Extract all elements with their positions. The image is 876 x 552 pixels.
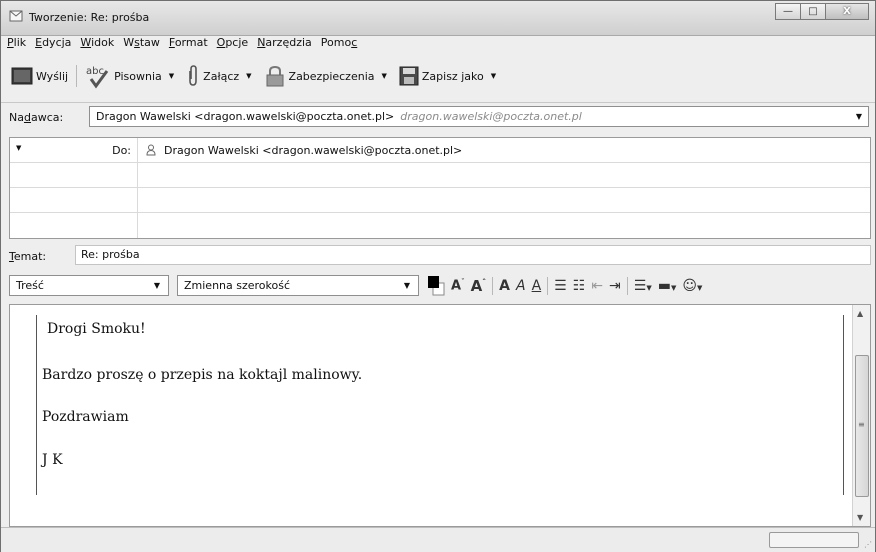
bullet-list-icon[interactable]: ☰ bbox=[554, 279, 567, 293]
compose-app-icon bbox=[9, 10, 23, 22]
svg-text:abc: abc bbox=[86, 66, 104, 77]
recipient-row-empty[interactable] bbox=[10, 188, 870, 213]
recipient-type-select[interactable]: ▼ Do: bbox=[10, 138, 138, 162]
smiley-icon[interactable]: ☺▼ bbox=[682, 279, 702, 293]
menu-opcje[interactable]: Opcje bbox=[217, 36, 249, 52]
underline-icon[interactable]: A bbox=[532, 279, 542, 293]
recipient-row-empty[interactable] bbox=[10, 163, 870, 188]
status-bar: ⋰ bbox=[1, 527, 875, 552]
save-as-button[interactable]: Zapisz jako ▼ bbox=[393, 64, 502, 88]
menu-bar: Plik Edycja Widok Wstaw Format Opcje Nar… bbox=[7, 36, 357, 52]
resize-grip-icon[interactable]: ⋰ bbox=[864, 540, 872, 549]
window-controls: — □ X bbox=[775, 3, 869, 20]
numbered-list-icon[interactable]: ☷ bbox=[573, 279, 586, 293]
menu-widok[interactable]: Widok bbox=[80, 36, 114, 52]
menu-wstaw[interactable]: Wstaw bbox=[123, 36, 160, 52]
recipient-row[interactable]: ▼ Do: Dragon Wawelski <dragon.wawelski@p… bbox=[10, 138, 870, 163]
format-toolbar: Treść ▼ Zmienna szerokość ▼ Aˇ Aˆ A A A … bbox=[9, 272, 871, 300]
security-label: Zabezpieczenia bbox=[288, 69, 375, 83]
title-bar: Tworzenie: Re: prośba — □ X bbox=[1, 1, 875, 36]
font-select[interactable]: Zmienna szerokość ▼ bbox=[177, 275, 419, 296]
menu-pomoc[interactable]: Pomoc bbox=[321, 36, 357, 52]
menu-narzedzia[interactable]: Narzędzia bbox=[257, 36, 312, 52]
sender-alt-address: dragon.wawelski@poczta.onet.pl bbox=[400, 110, 582, 123]
send-label: Wyślij bbox=[36, 69, 69, 83]
scroll-down-icon[interactable]: ▼ bbox=[857, 513, 863, 522]
spell-button[interactable]: abc Pisownia ▼ bbox=[79, 64, 180, 89]
paperclip-icon bbox=[189, 65, 197, 86]
recipient-list: ▼ Do: Dragon Wawelski <dragon.wawelski@p… bbox=[9, 137, 871, 239]
format-buttons: Aˇ Aˆ A A A ☰ ☷ ⇤ ⇥ ☰▼ ▬▼ ☺▼ bbox=[427, 273, 702, 299]
send-button[interactable]: Wyślij bbox=[5, 64, 74, 88]
security-button[interactable]: Zabezpieczenia ▼ bbox=[258, 64, 393, 88]
chevron-down-icon: ▼ bbox=[855, 112, 862, 121]
window-title: Tworzenie: Re: prośba bbox=[29, 11, 150, 24]
format-separator bbox=[547, 277, 549, 295]
message-body-editor[interactable]: Drogi Smoku! Bardzo proszę o przepis na … bbox=[9, 304, 871, 527]
vertical-scrollbar[interactable]: ▲ ≡ ▼ bbox=[852, 305, 870, 526]
indent-icon[interactable]: ⇥ bbox=[609, 279, 621, 293]
spell-label: Pisownia bbox=[114, 69, 162, 83]
attach-label: Załącz bbox=[203, 69, 240, 83]
bold-icon[interactable]: A bbox=[499, 279, 510, 293]
subject-input[interactable]: Re: prośba bbox=[75, 245, 871, 265]
format-separator bbox=[626, 277, 628, 295]
floppy-disk-icon bbox=[399, 66, 419, 86]
attach-button[interactable]: Załącz ▼ bbox=[180, 64, 257, 88]
body-line: Bardzo proszę o przepis na koktajl malin… bbox=[42, 367, 363, 383]
close-button[interactable]: X bbox=[825, 3, 869, 20]
compose-window: Tworzenie: Re: prośba — □ X Plik Edycja … bbox=[0, 0, 876, 552]
font-smaller-icon[interactable]: Aˇ bbox=[451, 279, 465, 293]
toolbar-separator bbox=[76, 65, 78, 87]
sender-row: Nadawca: Dragon Wawelski <dragon.wawelsk… bbox=[1, 102, 875, 131]
body-line: Pozdrawiam bbox=[42, 409, 129, 425]
recipient-type-label: Do: bbox=[112, 144, 131, 157]
menu-edycja[interactable]: Edycja bbox=[35, 36, 71, 52]
lock-icon bbox=[266, 65, 284, 87]
quoted-block: Drogi Smoku! Bardzo proszę o przepis na … bbox=[36, 315, 844, 495]
format-separator bbox=[492, 277, 494, 295]
sender-label: Nadawca: bbox=[9, 111, 64, 124]
outdent-icon[interactable]: ⇤ bbox=[591, 279, 603, 293]
italic-icon[interactable]: A bbox=[516, 279, 526, 293]
spellcheck-icon: abc bbox=[86, 66, 109, 89]
grip-icon: ≡ bbox=[858, 420, 865, 429]
insert-icon[interactable]: ▬▼ bbox=[658, 279, 677, 293]
minimize-button[interactable]: — bbox=[775, 3, 801, 20]
chevron-down-icon: ▼ bbox=[168, 72, 175, 80]
recipient-address[interactable]: Dragon Wawelski <dragon.wawelski@poczta.… bbox=[164, 144, 462, 157]
minimize-icon: — bbox=[783, 6, 793, 17]
align-icon[interactable]: ☰▼ bbox=[634, 279, 652, 293]
close-icon: X bbox=[843, 6, 851, 17]
recipient-row-empty[interactable] bbox=[10, 213, 870, 238]
body-line: Drogi Smoku! bbox=[47, 321, 146, 337]
main-toolbar: Wyślij abc Pisownia ▼ Załącz ▼ Zabezpiec… bbox=[5, 54, 502, 98]
sender-select[interactable]: Dragon Wawelski <dragon.wawelski@poczta.… bbox=[89, 106, 869, 127]
chevron-down-icon: ▼ bbox=[153, 281, 160, 290]
maximize-button[interactable]: □ bbox=[800, 3, 826, 20]
sender-value: Dragon Wawelski <dragon.wawelski@poczta.… bbox=[96, 110, 395, 123]
font-larger-icon[interactable]: Aˆ bbox=[471, 278, 487, 294]
send-icon bbox=[11, 67, 33, 85]
chevron-down-icon: ▼ bbox=[381, 72, 387, 80]
menu-plik[interactable]: Plik bbox=[7, 36, 26, 52]
chevron-down-icon: ▼ bbox=[403, 281, 410, 290]
chevron-down-icon: ▼ bbox=[16, 144, 22, 152]
scroll-up-icon[interactable]: ▲ bbox=[857, 309, 863, 318]
maximize-icon: □ bbox=[808, 6, 818, 17]
progress-bar bbox=[769, 532, 859, 548]
text-color-picker[interactable] bbox=[427, 275, 445, 297]
contact-icon bbox=[146, 144, 156, 156]
chevron-down-icon: ▼ bbox=[246, 72, 252, 80]
subject-label: Temat: bbox=[9, 250, 47, 263]
paragraph-style-value: Treść bbox=[16, 279, 44, 292]
save-as-label: Zapisz jako bbox=[421, 69, 484, 83]
paragraph-style-select[interactable]: Treść ▼ bbox=[9, 275, 169, 296]
menu-format[interactable]: Format bbox=[169, 36, 208, 52]
body-line: J K bbox=[42, 452, 63, 468]
font-value: Zmienna szerokość bbox=[184, 279, 291, 292]
chevron-down-icon: ▼ bbox=[490, 72, 497, 80]
